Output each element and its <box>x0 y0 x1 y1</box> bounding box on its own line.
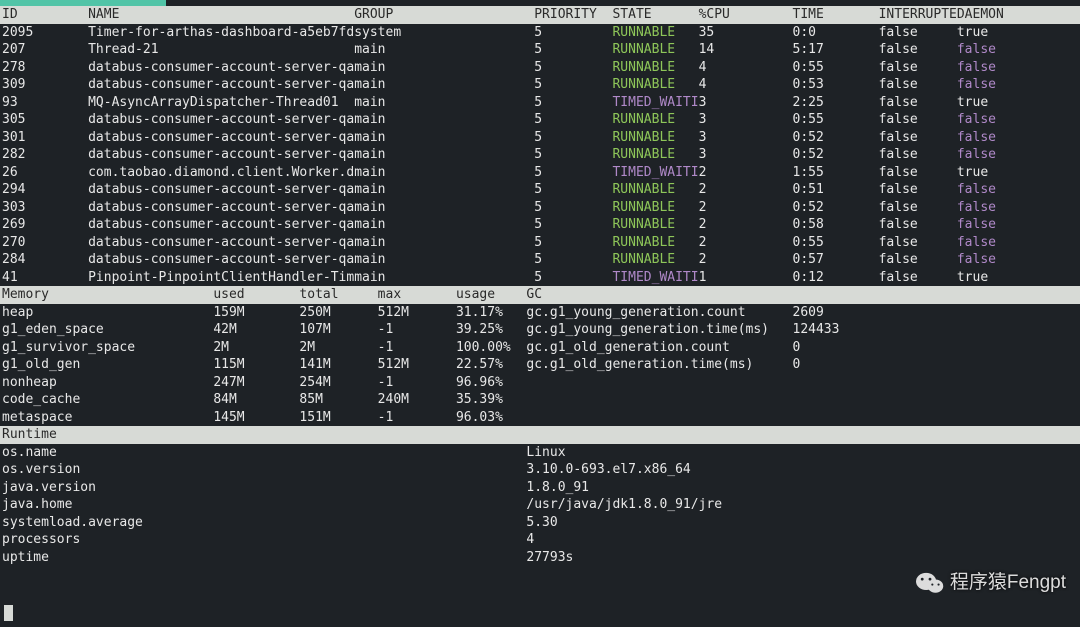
thread-state: RUNNABLE <box>612 130 698 145</box>
runtime-row: java.version 1.8.0_91 <box>0 479 1080 497</box>
memory-row: g1_eden_space 42M 107M -1 39.25% gc.g1_y… <box>0 321 1080 339</box>
thread-state: RUNNABLE <box>612 77 698 92</box>
thread-row: 309 databus-consumer-account-server-qama… <box>0 76 1080 94</box>
memory-row: code_cache 84M 85M 240M 35.39% <box>0 391 1080 409</box>
thread-daemon: true <box>957 165 988 180</box>
thread-row: 207 Thread-21 main 5 RUNNABLE 14 5:17 fa… <box>0 41 1080 59</box>
thread-row: 284 databus-consumer-account-server-qama… <box>0 251 1080 269</box>
thread-row: 303 databus-consumer-account-server-qama… <box>0 199 1080 217</box>
runtime-row: uptime 27793s <box>0 549 1080 567</box>
memory-section-header: Memory used total max usage GC <box>0 286 1080 304</box>
thread-state: RUNNABLE <box>612 60 698 75</box>
runtime-row: os.name Linux <box>0 444 1080 462</box>
thread-state: RUNNABLE <box>612 42 698 57</box>
thread-daemon: false <box>957 77 996 92</box>
memory-row: heap 159M 250M 512M 31.17% gc.g1_young_g… <box>0 304 1080 322</box>
thread-daemon: true <box>957 95 988 110</box>
runtime-table-body: os.name Linuxos.version 3.10.0-693.el7.x… <box>0 444 1080 567</box>
watermark: 程序猿Fengpt <box>916 569 1066 597</box>
thread-daemon: false <box>957 147 996 162</box>
memory-table-body: heap 159M 250M 512M 31.17% gc.g1_young_g… <box>0 304 1080 427</box>
thread-row: 305 databus-consumer-account-server-qama… <box>0 111 1080 129</box>
thread-daemon: false <box>957 235 996 250</box>
terminal-cursor <box>4 605 13 621</box>
thread-state: TIMED_WAITI <box>612 270 698 285</box>
wechat-icon <box>916 569 944 597</box>
thread-row: 269 databus-consumer-account-server-qama… <box>0 216 1080 234</box>
thread-state: RUNNABLE <box>612 112 698 127</box>
thread-row: 93 MQ-AsyncArrayDispatcher-Thread01 main… <box>0 94 1080 112</box>
thread-daemon: false <box>957 112 996 127</box>
thread-daemon: false <box>957 130 996 145</box>
memory-row: g1_old_gen 115M 141M 512M 22.57% gc.g1_o… <box>0 356 1080 374</box>
thread-row: 270 databus-consumer-account-server-qama… <box>0 234 1080 252</box>
thread-daemon: false <box>957 60 996 75</box>
thread-state: TIMED_WAITI <box>612 165 698 180</box>
watermark-text: 程序猿Fengpt <box>950 574 1066 592</box>
thread-state: RUNNABLE <box>612 25 698 40</box>
thread-state: RUNNABLE <box>612 147 698 162</box>
thread-state: RUNNABLE <box>612 182 698 197</box>
runtime-section-header: Runtime <box>0 426 1080 444</box>
thread-daemon: true <box>957 270 988 285</box>
thread-row: 278 databus-consumer-account-server-qama… <box>0 59 1080 77</box>
memory-row: g1_survivor_space 2M 2M -1 100.00% gc.g1… <box>0 339 1080 357</box>
thread-daemon: false <box>957 200 996 215</box>
memory-row: nonheap 247M 254M -1 96.96% <box>0 374 1080 392</box>
threads-table-body: 2095 Timer-for-arthas-dashboard-a5eb7fds… <box>0 24 1080 287</box>
runtime-row: java.home /usr/java/jdk1.8.0_91/jre <box>0 496 1080 514</box>
thread-daemon: false <box>957 252 996 267</box>
thread-row: 26 com.taobao.diamond.client.Worker.dmai… <box>0 164 1080 182</box>
thread-daemon: false <box>957 42 996 57</box>
thread-daemon: false <box>957 217 996 232</box>
runtime-row: os.version 3.10.0-693.el7.x86_64 <box>0 461 1080 479</box>
thread-row: 41 Pinpoint-PinpointClientHandler-Timmai… <box>0 269 1080 287</box>
thread-row: 2095 Timer-for-arthas-dashboard-a5eb7fds… <box>0 24 1080 42</box>
memory-row: metaspace 145M 151M -1 96.03% <box>0 409 1080 427</box>
thread-state: TIMED_WAITI <box>612 95 698 110</box>
thread-state: RUNNABLE <box>612 217 698 232</box>
thread-row: 294 databus-consumer-account-server-qama… <box>0 181 1080 199</box>
thread-daemon: true <box>957 25 988 40</box>
thread-state: RUNNABLE <box>612 252 698 267</box>
thread-state: RUNNABLE <box>612 200 698 215</box>
runtime-row: processors 4 <box>0 531 1080 549</box>
thread-state: RUNNABLE <box>612 235 698 250</box>
thread-row: 301 databus-consumer-account-server-qama… <box>0 129 1080 147</box>
thread-daemon: false <box>957 182 996 197</box>
threads-header-row: ID NAME GROUP PRIORITY STATE %CPU TIME I… <box>0 6 1080 24</box>
runtime-row: systemload.average 5.30 <box>0 514 1080 532</box>
thread-row: 282 databus-consumer-account-server-qama… <box>0 146 1080 164</box>
